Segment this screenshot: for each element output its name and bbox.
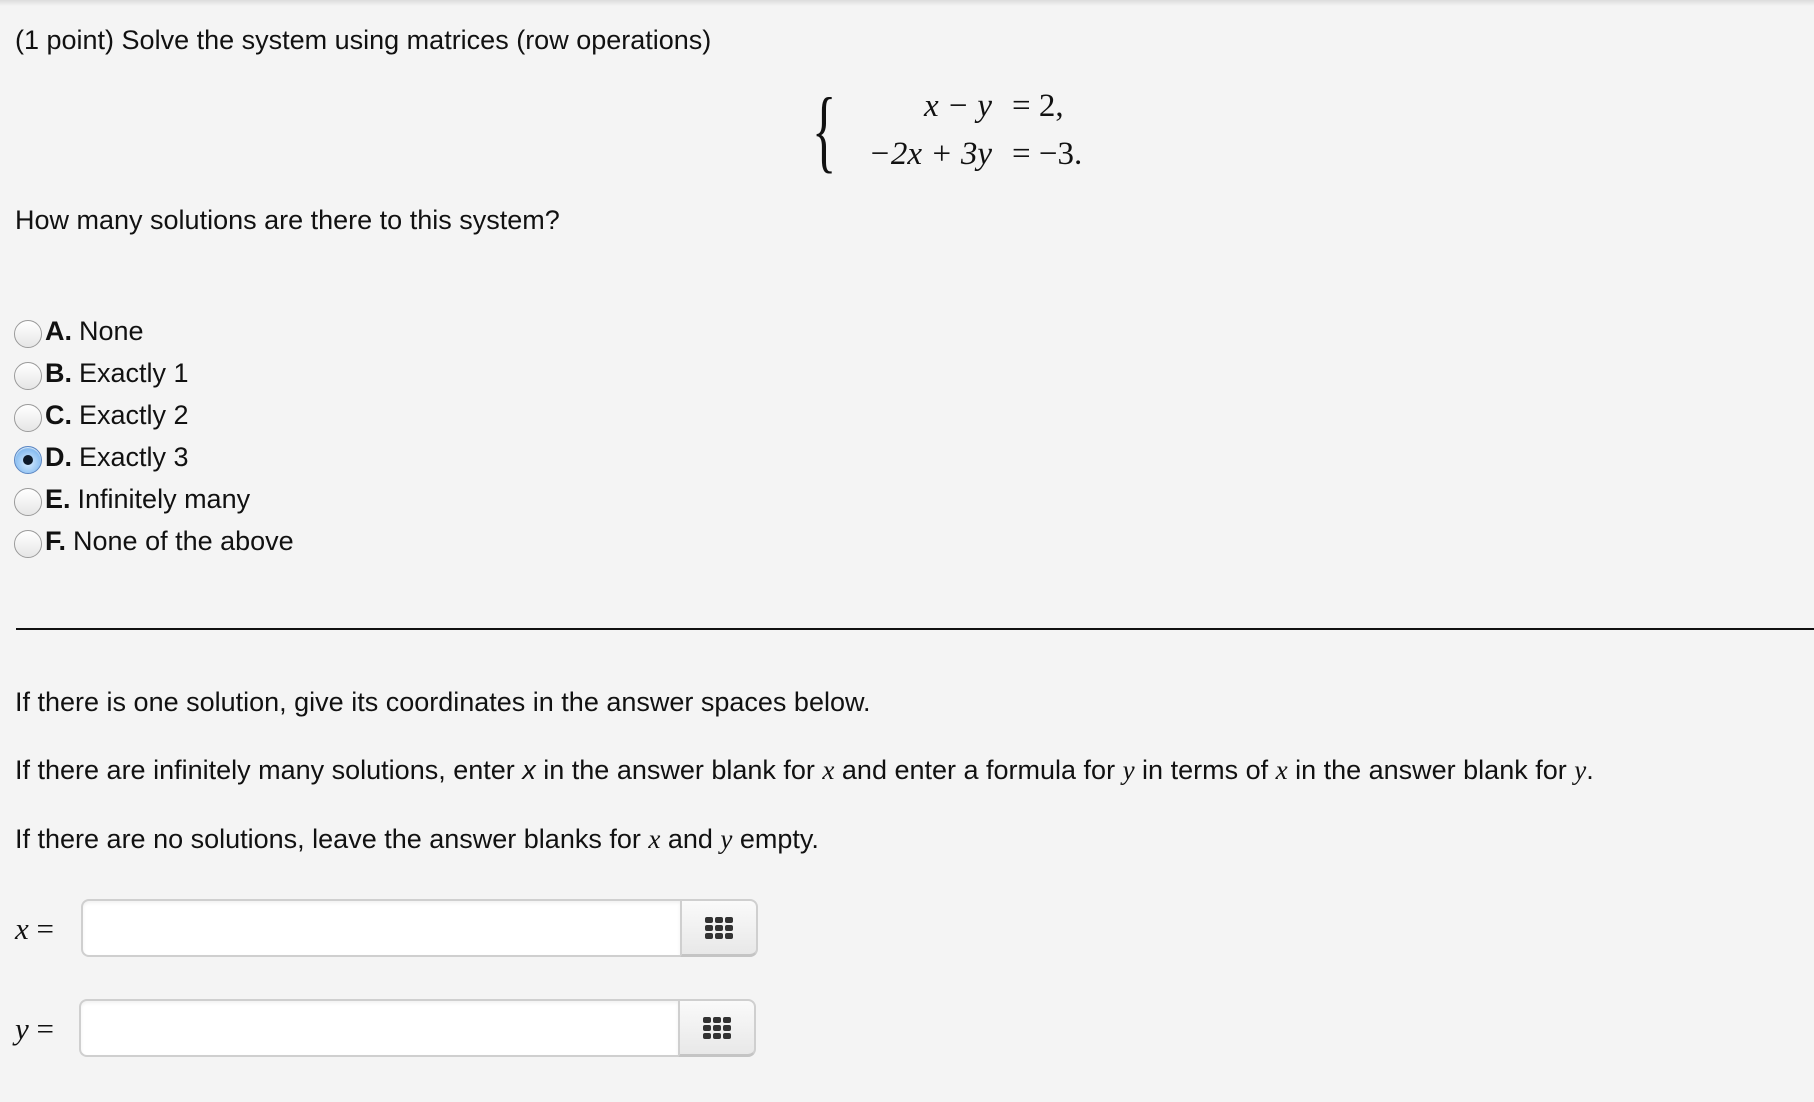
option-label: None of the above xyxy=(73,525,294,556)
option-letter: B. xyxy=(45,357,72,388)
y-answer-label: y = xyxy=(15,1011,54,1047)
equals-sign: = xyxy=(28,1011,54,1046)
top-shadow xyxy=(0,0,1814,6)
radio-button[interactable] xyxy=(14,404,42,432)
instruction-no-solutions: If there are no solutions, leave the ans… xyxy=(15,823,819,855)
option-b[interactable]: B. Exactly 1 xyxy=(14,352,294,394)
answer-options: A. None B. Exactly 1 C. Exactly 2 D. Exa… xyxy=(14,310,294,562)
instruction-one-solution: If there is one solution, give its coord… xyxy=(15,687,871,717)
y-answer-input[interactable] xyxy=(79,999,678,1057)
equals-sign: = xyxy=(28,911,54,946)
variable-x: x xyxy=(822,755,835,785)
x-answer-group xyxy=(81,899,758,957)
text-segment: in terms of xyxy=(1134,755,1276,785)
y-answer-group xyxy=(79,999,756,1057)
option-label: Infinitely many xyxy=(77,483,251,514)
y-equation-editor-button[interactable] xyxy=(678,999,756,1057)
text-segment: If there are infinitely many solutions, … xyxy=(15,755,523,785)
option-label: Exactly 3 xyxy=(79,441,189,472)
option-label: Exactly 2 xyxy=(79,399,189,430)
section-divider xyxy=(16,628,1814,630)
equation-rhs: = −3. xyxy=(1012,136,1083,172)
option-letter: D. xyxy=(45,441,72,472)
variable-y: y xyxy=(15,1011,29,1046)
option-f[interactable]: F. None of the above xyxy=(14,520,294,562)
option-letter: A. xyxy=(45,315,72,346)
option-a[interactable]: A. None xyxy=(14,310,294,352)
option-c[interactable]: C. Exactly 2 xyxy=(14,394,294,436)
x-equation-editor-button[interactable] xyxy=(680,899,758,957)
option-letter: F. xyxy=(45,525,67,556)
equation-lhs: −2x + 3y xyxy=(868,136,992,172)
radio-button[interactable] xyxy=(14,488,42,516)
radio-button[interactable] xyxy=(14,530,42,558)
option-d[interactable]: D. Exactly 3 xyxy=(14,436,294,478)
variable-y: y xyxy=(1122,755,1135,785)
text-segment: and enter a formula for xyxy=(834,755,1123,785)
text-segment: and xyxy=(660,824,721,854)
text-segment: . xyxy=(1586,755,1594,785)
equation-system: { x − y = 2, −2x + 3y = −3. xyxy=(812,82,1112,182)
variable-x: x xyxy=(648,824,661,854)
equation-row: x − y = 2, xyxy=(812,86,1132,126)
variable-x: x xyxy=(522,755,536,785)
variable-y: y xyxy=(1574,755,1587,785)
problem-title: (1 point) Solve the system using matrice… xyxy=(15,25,712,55)
equation-editor-grid-icon xyxy=(703,1016,731,1039)
option-letter: E. xyxy=(45,483,71,514)
variable-y: y xyxy=(720,824,733,854)
radio-button[interactable] xyxy=(14,320,42,348)
question-text: How many solutions are there to this sys… xyxy=(15,205,560,235)
text-segment: empty. xyxy=(732,824,819,854)
equation-editor-grid-icon xyxy=(705,916,733,939)
equation-row: −2x + 3y = −3. xyxy=(812,134,1132,174)
variable-x: x xyxy=(1275,755,1288,785)
x-answer-input[interactable] xyxy=(81,899,680,957)
equation-rhs: = 2, xyxy=(1012,88,1064,124)
x-answer-label: x = xyxy=(15,911,54,947)
instruction-infinite-solutions: If there are infinitely many solutions, … xyxy=(15,754,1594,786)
text-segment: in the answer blank for xyxy=(535,755,823,785)
text-segment: in the answer blank for xyxy=(1287,755,1575,785)
option-label: None xyxy=(79,315,144,346)
radio-button[interactable] xyxy=(14,446,42,474)
equation-lhs: x − y xyxy=(923,88,992,124)
text-segment: If there are no solutions, leave the ans… xyxy=(15,824,649,854)
option-letter: C. xyxy=(45,399,72,430)
option-e[interactable]: E. Infinitely many xyxy=(14,478,294,520)
variable-x: x xyxy=(15,911,29,946)
option-label: Exactly 1 xyxy=(79,357,189,388)
radio-button[interactable] xyxy=(14,362,42,390)
